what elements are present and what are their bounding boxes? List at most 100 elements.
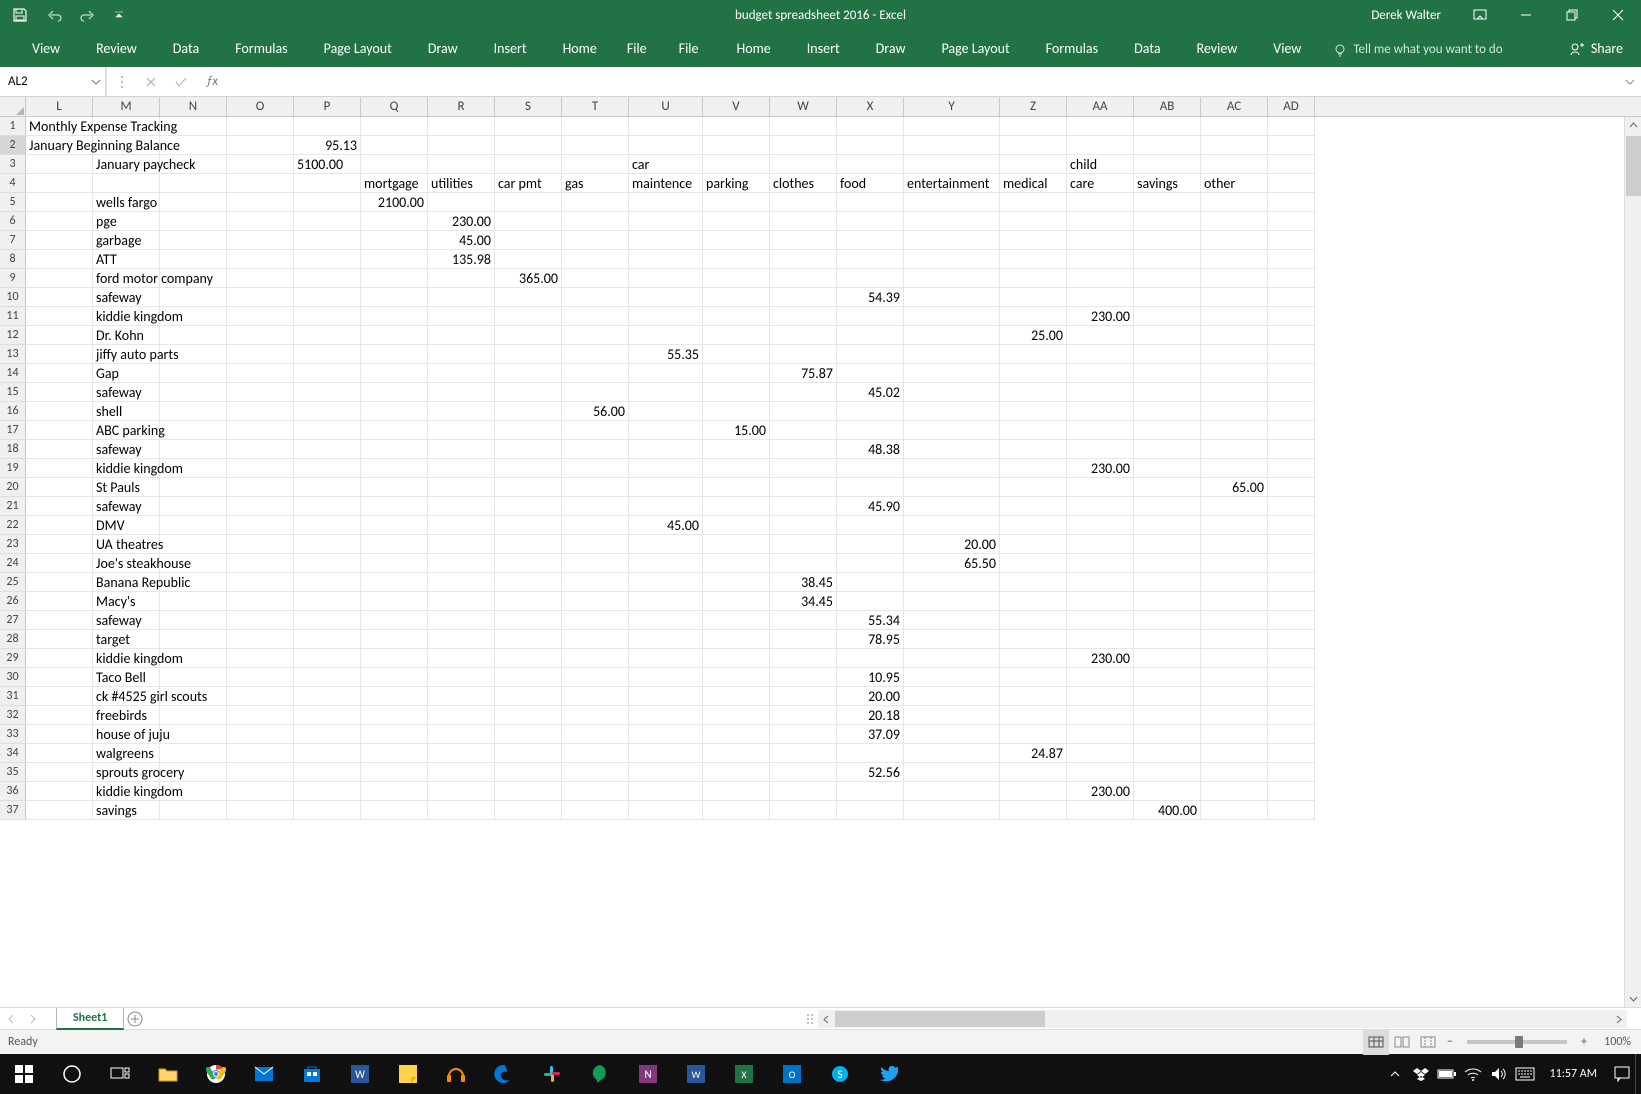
- column-header-S[interactable]: S: [495, 97, 562, 116]
- cell-Y26[interactable]: [904, 592, 1000, 611]
- cell-W2[interactable]: [770, 136, 837, 155]
- cell-N8[interactable]: [160, 250, 227, 269]
- cell-W12[interactable]: [770, 326, 837, 345]
- cell-Y35[interactable]: [904, 763, 1000, 782]
- cell-M23[interactable]: UA theatres: [93, 535, 160, 554]
- cell-M20[interactable]: St Pauls: [93, 478, 160, 497]
- cell-Z19[interactable]: [1000, 459, 1067, 478]
- cell-Y37[interactable]: [904, 801, 1000, 820]
- cell-AC11[interactable]: [1201, 307, 1268, 326]
- cell-P10[interactable]: [294, 288, 361, 307]
- cell-Q36[interactable]: [361, 782, 428, 801]
- cell-Y9[interactable]: [904, 269, 1000, 288]
- cell-L28[interactable]: [26, 630, 93, 649]
- cell-W28[interactable]: [770, 630, 837, 649]
- cell-V12[interactable]: [703, 326, 770, 345]
- cell-P32[interactable]: [294, 706, 361, 725]
- row-header[interactable]: 12: [0, 326, 26, 345]
- cell-M27[interactable]: safeway: [93, 611, 160, 630]
- cell-Z15[interactable]: [1000, 383, 1067, 402]
- cell-Z1[interactable]: [1000, 117, 1067, 136]
- cell-P2[interactable]: 95.13: [294, 136, 361, 155]
- cell-L13[interactable]: [26, 345, 93, 364]
- onenote-icon[interactable]: N: [624, 1054, 672, 1094]
- cell-S29[interactable]: [495, 649, 562, 668]
- cell-U28[interactable]: [629, 630, 703, 649]
- cell-U9[interactable]: [629, 269, 703, 288]
- cell-W37[interactable]: [770, 801, 837, 820]
- cell-M36[interactable]: kiddie kingdom: [93, 782, 160, 801]
- cell-S9[interactable]: 365.00: [495, 269, 562, 288]
- cell-Z13[interactable]: [1000, 345, 1067, 364]
- row-header[interactable]: 28: [0, 630, 26, 649]
- cell-Y25[interactable]: [904, 573, 1000, 592]
- cell-Z36[interactable]: [1000, 782, 1067, 801]
- cell-N12[interactable]: [160, 326, 227, 345]
- cell-Y18[interactable]: [904, 440, 1000, 459]
- cell-W19[interactable]: [770, 459, 837, 478]
- cell-AD5[interactable]: [1268, 193, 1315, 212]
- cell-P11[interactable]: [294, 307, 361, 326]
- cell-AA31[interactable]: [1067, 687, 1134, 706]
- cell-AB27[interactable]: [1134, 611, 1201, 630]
- cell-AD23[interactable]: [1268, 535, 1315, 554]
- cell-S10[interactable]: [495, 288, 562, 307]
- cell-X7[interactable]: [837, 231, 904, 250]
- cell-X10[interactable]: 54.39: [837, 288, 904, 307]
- cell-X4[interactable]: food: [837, 174, 904, 193]
- cell-O12[interactable]: [227, 326, 294, 345]
- cell-S36[interactable]: [495, 782, 562, 801]
- cell-P15[interactable]: [294, 383, 361, 402]
- cell-L15[interactable]: [26, 383, 93, 402]
- outlook-icon[interactable]: O: [768, 1054, 816, 1094]
- row-header[interactable]: 37: [0, 801, 26, 820]
- cell-R23[interactable]: [428, 535, 495, 554]
- cell-L24[interactable]: [26, 554, 93, 573]
- cell-AA11[interactable]: 230.00: [1067, 307, 1134, 326]
- cell-V31[interactable]: [703, 687, 770, 706]
- cell-T27[interactable]: [562, 611, 629, 630]
- cell-Q11[interactable]: [361, 307, 428, 326]
- cell-AB12[interactable]: [1134, 326, 1201, 345]
- cell-Q9[interactable]: [361, 269, 428, 288]
- cell-O20[interactable]: [227, 478, 294, 497]
- cell-Z21[interactable]: [1000, 497, 1067, 516]
- cell-R10[interactable]: [428, 288, 495, 307]
- cell-L20[interactable]: [26, 478, 93, 497]
- cell-X20[interactable]: [837, 478, 904, 497]
- cell-Z25[interactable]: [1000, 573, 1067, 592]
- cell-AB19[interactable]: [1134, 459, 1201, 478]
- cell-M29[interactable]: kiddie kingdom: [93, 649, 160, 668]
- file-explorer-icon[interactable]: [144, 1054, 192, 1094]
- cell-AD35[interactable]: [1268, 763, 1315, 782]
- cell-P23[interactable]: [294, 535, 361, 554]
- ribbon-tab-draw[interactable]: Draw: [858, 31, 924, 67]
- cell-O11[interactable]: [227, 307, 294, 326]
- cell-W32[interactable]: [770, 706, 837, 725]
- row-header[interactable]: 4: [0, 174, 26, 193]
- cell-R14[interactable]: [428, 364, 495, 383]
- cell-S25[interactable]: [495, 573, 562, 592]
- cell-AD37[interactable]: [1268, 801, 1315, 820]
- cell-AB24[interactable]: [1134, 554, 1201, 573]
- cell-W34[interactable]: [770, 744, 837, 763]
- cell-U17[interactable]: [629, 421, 703, 440]
- cell-V25[interactable]: [703, 573, 770, 592]
- row-header[interactable]: 9: [0, 269, 26, 288]
- cell-O1[interactable]: [227, 117, 294, 136]
- ribbon-tab-insert[interactable]: Insert: [789, 31, 858, 67]
- redo-icon[interactable]: [80, 7, 96, 23]
- cell-M8[interactable]: ATT: [93, 250, 160, 269]
- cell-U5[interactable]: [629, 193, 703, 212]
- cell-U24[interactable]: [629, 554, 703, 573]
- cell-U34[interactable]: [629, 744, 703, 763]
- cell-M6[interactable]: pge: [93, 212, 160, 231]
- cell-Y36[interactable]: [904, 782, 1000, 801]
- cell-U33[interactable]: [629, 725, 703, 744]
- column-header-AD[interactable]: AD: [1268, 97, 1315, 116]
- cell-Y29[interactable]: [904, 649, 1000, 668]
- cell-N27[interactable]: [160, 611, 227, 630]
- cell-U11[interactable]: [629, 307, 703, 326]
- cell-AA33[interactable]: [1067, 725, 1134, 744]
- cell-P13[interactable]: [294, 345, 361, 364]
